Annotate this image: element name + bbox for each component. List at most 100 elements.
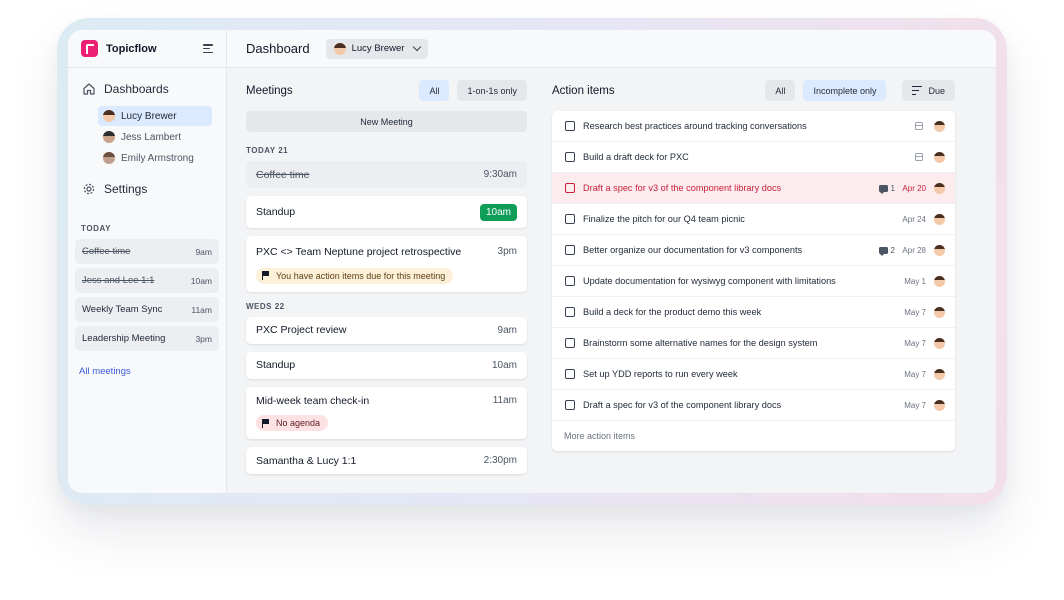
checkbox[interactable] — [565, 307, 575, 317]
checkbox[interactable] — [565, 152, 575, 162]
action-items-title: Action items — [552, 84, 615, 97]
meetings-filter-all[interactable]: All — [419, 80, 450, 101]
sidebar-user-jess[interactable]: Jess Lambert — [98, 127, 212, 147]
sidebar-user-label: Emily Armstrong — [121, 152, 194, 164]
checkbox[interactable] — [565, 121, 575, 131]
action-item[interactable]: Draft a spec for v3 of the component lib… — [552, 390, 955, 421]
sidebar-meeting[interactable]: Weekly Team Sync 11am — [75, 297, 219, 322]
main-content: Dashboard Lucy Brewer Meetings All 1-on-… — [227, 30, 996, 493]
action-item[interactable]: Update documentation for wysiwyg compone… — [552, 266, 955, 297]
checkbox[interactable] — [565, 183, 575, 193]
sidebar-item-settings[interactable]: Settings — [68, 178, 226, 200]
more-action-items-link[interactable]: More action items — [552, 421, 955, 451]
action-item-text: Set up YDD reports to run every week — [583, 369, 738, 379]
action-items-list: Research best practices around tracking … — [552, 111, 955, 451]
meetings-filter-1on1[interactable]: 1-on-1s only — [457, 80, 527, 101]
checkbox[interactable] — [565, 245, 575, 255]
action-item-text: Update documentation for wysiwyg compone… — [583, 276, 836, 286]
actions-filter-incomplete[interactable]: Incomplete only — [803, 80, 887, 101]
meeting-name: Standup — [256, 206, 296, 218]
action-item-text: Build a draft deck for PXC — [583, 152, 689, 162]
sidebar-meeting[interactable]: Coffee time 9am — [75, 239, 219, 264]
meetings-panel: Meetings All 1-on-1s only New Meeting TO… — [246, 80, 527, 482]
action-item-text: Research best practices around tracking … — [583, 121, 807, 131]
meeting-name: Samantha & Lucy 1:1 — [256, 454, 357, 467]
gear-icon — [83, 183, 95, 195]
avatar — [934, 244, 945, 256]
avatar — [934, 306, 945, 318]
meeting-time: 2:30pm — [483, 455, 517, 466]
checkbox[interactable] — [565, 276, 575, 286]
checkbox[interactable] — [565, 369, 575, 379]
action-item[interactable]: Build a draft deck for PXC — [552, 142, 955, 173]
sidebar-meeting[interactable]: Leadership Meeting 3pm — [75, 326, 219, 351]
meeting-name: Coffee time — [82, 246, 131, 257]
sidebar-user-lucy[interactable]: Lucy Brewer — [98, 106, 212, 126]
current-time-badge: 10am — [479, 203, 517, 221]
comment-icon — [878, 184, 888, 194]
note-text: You have action items due for this meeti… — [276, 270, 446, 281]
meeting-card[interactable]: Samantha & Lucy 1:1 2:30pm — [246, 447, 527, 474]
checkbox[interactable] — [565, 214, 575, 224]
avatar — [333, 42, 346, 55]
page-title: Dashboard — [246, 41, 310, 56]
action-item-overdue[interactable]: Draft a spec for v3 of the component lib… — [552, 173, 955, 204]
avatar — [934, 120, 945, 132]
chevron-down-icon — [413, 42, 422, 52]
sidebar-meeting[interactable]: Jess and Lee 1:1 10am — [75, 268, 219, 293]
due-date: May 7 — [904, 307, 926, 317]
sort-label: Due — [928, 85, 945, 96]
action-item-text: Better organize our documentation for v3… — [583, 245, 803, 255]
action-item[interactable]: Finalize the pitch for our Q4 team picni… — [552, 204, 955, 235]
checkbox[interactable] — [565, 400, 575, 410]
sort-due-button[interactable]: Due — [902, 80, 955, 101]
action-item[interactable]: Build a deck for the product demo this w… — [552, 297, 955, 328]
meeting-card[interactable]: Standup 10am — [246, 196, 527, 228]
avatar — [934, 213, 945, 225]
sidebar-today-label: TODAY — [81, 224, 112, 233]
meeting-name: PXC <> Team Neptune project retrospectiv… — [256, 245, 462, 258]
app-name: Topicflow — [106, 42, 157, 55]
brand-row: Topicflow — [68, 30, 226, 68]
meeting-card[interactable]: Mid-week team check-in 11am No agenda — [246, 386, 527, 439]
meeting-card[interactable]: PXC Project review 9am — [246, 316, 527, 344]
selected-user-label: Lucy Brewer — [351, 43, 405, 54]
topbar: Dashboard Lucy Brewer — [227, 30, 996, 68]
due-date: May 7 — [904, 400, 926, 410]
comment-count-value: 1 — [890, 183, 895, 193]
new-meeting-button[interactable]: New Meeting — [246, 111, 527, 132]
due-date: Apr 20 — [902, 183, 926, 193]
meeting-name: Weekly Team Sync — [82, 304, 163, 315]
avatar — [103, 152, 115, 164]
action-item[interactable]: Better organize our documentation for v3… — [552, 235, 955, 266]
actions-filter-all[interactable]: All — [765, 80, 796, 101]
meeting-card[interactable]: Coffee time 9:30am — [246, 161, 527, 188]
app-window: Topicflow Dashboards Lucy Brewer Jess La… — [68, 30, 996, 493]
action-item[interactable]: Set up YDD reports to run every week May… — [552, 359, 955, 390]
note-text: No agenda — [276, 418, 321, 428]
user-select-dropdown[interactable]: Lucy Brewer — [325, 38, 429, 59]
avatar — [103, 131, 115, 143]
action-item[interactable]: Brainstorm some alternative names for th… — [552, 328, 955, 359]
meeting-card[interactable]: PXC <> Team Neptune project retrospectiv… — [246, 236, 527, 292]
meeting-time: 9am — [497, 324, 517, 336]
calendar-icon[interactable] — [915, 153, 923, 161]
checkbox[interactable] — [565, 338, 575, 348]
action-item[interactable]: Research best practices around tracking … — [552, 111, 955, 142]
sort-icon — [912, 86, 923, 95]
due-date: May 1 — [904, 276, 926, 286]
meeting-name: Mid-week team check-in — [256, 394, 370, 407]
all-meetings-link[interactable]: All meetings — [68, 366, 142, 377]
meeting-card[interactable]: Standup 10am — [246, 351, 527, 379]
comment-count: 1 — [878, 183, 895, 194]
avatar — [934, 337, 945, 349]
menu-collapse-icon[interactable] — [203, 44, 213, 53]
avatar — [934, 368, 945, 380]
calendar-icon[interactable] — [915, 122, 923, 130]
sidebar-user-emily[interactable]: Emily Armstrong — [98, 148, 212, 168]
sidebar-item-dashboards[interactable]: Dashboards — [68, 78, 226, 100]
meeting-time: 3pm — [497, 246, 517, 257]
avatar — [103, 110, 115, 122]
meeting-time: 9:30am — [483, 169, 517, 180]
action-item-text: Draft a spec for v3 of the component lib… — [583, 400, 782, 410]
